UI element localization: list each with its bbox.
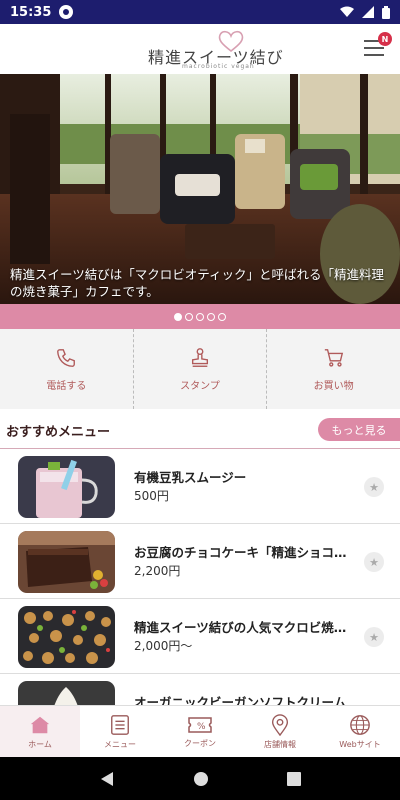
tab-label: ホーム	[28, 739, 52, 749]
status-bar: 15:35	[0, 0, 400, 24]
hero-caption: 精進スイーツ結びは「マクロビオティック」と呼ばれる「精進料理の焼き菓子」カフェで…	[10, 267, 385, 299]
globe-icon	[350, 714, 370, 735]
item-thumbnail	[18, 456, 115, 518]
item-price: 500円	[134, 489, 169, 503]
hero-slider[interactable]: 精進スイーツ結びは「マクロビオティック」と呼ばれる「精進料理の焼き菓子」カフェで…	[0, 74, 400, 304]
section-title: おすすめメニュー	[6, 425, 111, 440]
map-pin-icon	[271, 713, 289, 736]
menu-list-icon	[111, 714, 129, 735]
item-thumbnail	[18, 531, 115, 593]
tab-coupon[interactable]: % クーポン	[160, 706, 240, 757]
list-item[interactable]: 有機豆乳スムージー 500円 ★	[0, 449, 400, 524]
slider-pagination	[0, 304, 400, 329]
item-name: 精進スイーツ結びの人気マクロビ焼き菓子	[134, 620, 354, 635]
item-name: お豆腐のチョコケーキ「精進ショコラ」	[134, 545, 354, 560]
item-name: 有機豆乳スムージー	[134, 470, 247, 485]
battery-icon	[382, 5, 390, 19]
tab-label: メニュー	[104, 739, 136, 749]
stamp-icon	[191, 347, 209, 367]
coupon-icon: %	[188, 716, 212, 733]
recommended-header: おすすめメニュー もっと見る	[0, 409, 400, 449]
recents-icon[interactable]	[287, 771, 301, 786]
tab-label: Webサイト	[339, 739, 381, 749]
tab-website[interactable]: Webサイト	[320, 706, 400, 757]
cart-icon	[324, 348, 343, 367]
item-price: 2,000円～	[134, 639, 193, 653]
call-button[interactable]: 電話する	[0, 329, 134, 409]
favorite-star-button[interactable]: ★	[364, 627, 384, 647]
item-thumbnail	[18, 606, 115, 668]
stamp-button[interactable]: スタンプ	[134, 329, 268, 409]
phone-icon	[57, 348, 76, 367]
call-label: 電話する	[46, 380, 87, 392]
tab-menu[interactable]: メニュー	[80, 706, 160, 757]
tab-label: クーポン	[184, 738, 216, 748]
see-more-button[interactable]: もっと見る	[318, 418, 400, 441]
hamburger-menu-button[interactable]: N	[362, 32, 392, 62]
bottom-tab-bar: ホーム メニュー % クーポン 店舗情報 Webサイト	[0, 705, 400, 757]
app-header: 精進スイーツ結び macrobiotic vegan N	[0, 24, 400, 74]
back-icon[interactable]	[99, 771, 115, 787]
slide-dot[interactable]	[174, 312, 182, 321]
tab-store-info[interactable]: 店舗情報	[240, 706, 320, 757]
logo-subtext: macrobiotic vegan	[182, 63, 255, 70]
home-circle-icon[interactable]	[193, 771, 209, 787]
notification-badge: N	[378, 32, 392, 46]
shop-button[interactable]: お買い物	[267, 329, 400, 409]
tab-label: 店舗情報	[264, 739, 296, 749]
slide-dot[interactable]	[196, 312, 204, 321]
wifi-icon	[340, 6, 354, 17]
favorite-star-button[interactable]: ★	[364, 477, 384, 497]
tab-home[interactable]: ホーム	[0, 706, 80, 757]
slide-dot[interactable]	[218, 312, 226, 321]
list-item[interactable]: 精進スイーツ結びの人気マクロビ焼き菓子 2,000円～ ★	[0, 599, 400, 674]
stamp-label: スタンプ	[180, 380, 220, 392]
item-price: 2,200円	[134, 564, 181, 578]
slide-dot[interactable]	[185, 312, 193, 321]
status-time: 15:35	[10, 4, 52, 20]
favorite-star-button[interactable]: ★	[364, 552, 384, 572]
system-nav-bar	[0, 757, 400, 800]
shop-label: お買い物	[313, 380, 354, 392]
star-icon: ★	[369, 480, 379, 494]
recommended-list: 有機豆乳スムージー 500円 ★ お豆腐のチョコケーキ「精進ショコラ」 2,20…	[0, 449, 400, 749]
quick-actions: 電話する スタンプ お買い物	[0, 329, 400, 409]
brand-logo[interactable]: 精進スイーツ結び macrobiotic vegan	[148, 30, 283, 70]
list-item[interactable]: お豆腐のチョコケーキ「精進ショコラ」 2,200円 ★	[0, 524, 400, 599]
signal-icon	[362, 6, 374, 18]
star-icon: ★	[369, 555, 379, 569]
svg-text:%: %	[197, 722, 206, 732]
star-icon: ★	[369, 630, 379, 644]
slide-dot[interactable]	[207, 312, 215, 321]
app-notification-icon	[59, 5, 74, 19]
home-icon	[30, 716, 50, 733]
